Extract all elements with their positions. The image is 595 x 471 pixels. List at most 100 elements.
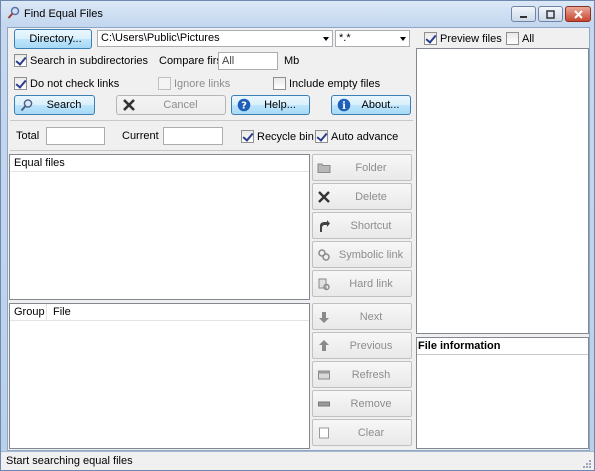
- title-bar[interactable]: Find Equal Files: [1, 1, 594, 27]
- include-empty-files-checkbox[interactable]: Include empty files: [273, 77, 380, 90]
- shortcut-button-label: Shortcut: [350, 219, 392, 232]
- help-icon: ?: [237, 98, 251, 112]
- folder-button[interactable]: Folder: [312, 154, 412, 181]
- recycle-bin-label: Recycle bin: [257, 130, 314, 143]
- equal-files-header-label: Equal files: [14, 157, 65, 169]
- checkbox-box[interactable]: [424, 32, 437, 45]
- refresh-icon: [318, 370, 330, 379]
- group-file-header: Group File: [10, 304, 309, 321]
- ignore-links-checkbox[interactable]: Ignore links: [158, 77, 230, 90]
- symbolic-link-button-label: Symbolic link: [338, 248, 404, 261]
- status-text: Start searching equal files: [6, 455, 133, 467]
- remove-button[interactable]: Remove: [312, 390, 412, 417]
- delete-button-label: Delete: [355, 190, 387, 203]
- delete-button[interactable]: Delete: [312, 183, 412, 210]
- separator: [10, 150, 413, 151]
- total-label: Total: [16, 130, 40, 142]
- column-group[interactable]: Group: [14, 306, 45, 318]
- remove-icon: [318, 401, 330, 406]
- next-button-label: Next: [359, 310, 383, 323]
- about-button-label: About...: [361, 99, 400, 111]
- checkbox-box[interactable]: [273, 77, 286, 90]
- checkbox-box[interactable]: [14, 77, 27, 90]
- include-empty-files-label: Include empty files: [289, 77, 381, 90]
- hard-link-icon: [318, 278, 330, 290]
- group-file-list[interactable]: Group File: [9, 303, 310, 449]
- preview-files-label: Preview files: [440, 32, 502, 45]
- shortcut-arrow-icon: [320, 219, 330, 232]
- close-button[interactable]: [565, 6, 591, 22]
- search-button[interactable]: Search: [14, 95, 95, 115]
- file-information-label: File information: [418, 340, 501, 352]
- mask-value: *.*: [339, 32, 351, 44]
- checkbox-box[interactable]: [506, 32, 519, 45]
- app-magnifier-icon: [7, 6, 20, 19]
- clear-button[interactable]: Clear: [312, 419, 412, 446]
- checkbox-box[interactable]: [158, 77, 171, 90]
- compare-first-input[interactable]: All: [218, 52, 278, 70]
- compare-unit-label: Mb: [284, 55, 300, 67]
- refresh-button[interactable]: Refresh: [312, 361, 412, 388]
- delete-x-icon: [318, 190, 330, 203]
- arrow-up-icon: [319, 339, 329, 351]
- symbolic-link-icon: [318, 248, 330, 261]
- directory-button[interactable]: Directory...: [14, 29, 92, 49]
- hard-link-button-label: Hard link: [349, 277, 393, 290]
- preview-pane: [416, 48, 589, 334]
- help-button[interactable]: ? Help...: [231, 95, 310, 115]
- client-area: Directory... C:\Users\Public\Pictures *.…: [7, 27, 590, 451]
- current-label: Current: [122, 130, 159, 142]
- preview-all-checkbox[interactable]: All: [506, 32, 534, 45]
- shortcut-button[interactable]: Shortcut: [312, 212, 412, 239]
- chevron-down-icon[interactable]: [323, 37, 329, 41]
- do-not-check-links-checkbox[interactable]: Do not check links: [14, 77, 119, 90]
- file-information-header: File information: [417, 338, 588, 355]
- minimize-button[interactable]: [511, 6, 536, 22]
- separator: [10, 120, 413, 121]
- maximize-button[interactable]: [538, 6, 563, 22]
- preview-all-label: All: [522, 32, 535, 45]
- about-button[interactable]: i About...: [331, 95, 411, 115]
- clear-button-label: Clear: [357, 426, 385, 439]
- app-window: Find Equal Files Directory... C:\Users\P…: [0, 0, 595, 471]
- help-button-label: Help...: [264, 99, 296, 111]
- refresh-button-label: Refresh: [351, 368, 391, 381]
- window-title: Find Equal Files: [24, 8, 103, 20]
- column-separator[interactable]: [46, 304, 47, 320]
- minimize-icon: [520, 15, 527, 18]
- search-icon: [20, 99, 33, 112]
- search-subdirectories-label: Search in subdirectories: [30, 54, 149, 67]
- remove-button-label: Remove: [350, 397, 392, 410]
- checkbox-box[interactable]: [14, 54, 27, 67]
- checkbox-box[interactable]: [241, 130, 254, 143]
- cancel-x-icon: [123, 99, 135, 111]
- previous-button[interactable]: Previous: [312, 332, 412, 359]
- auto-advance-label: Auto advance: [331, 130, 399, 143]
- column-file[interactable]: File: [53, 306, 71, 318]
- close-icon: [573, 9, 583, 19]
- auto-advance-checkbox[interactable]: Auto advance: [315, 130, 398, 143]
- chevron-down-icon[interactable]: [400, 37, 406, 41]
- next-button[interactable]: Next: [312, 303, 412, 330]
- resize-grip-icon[interactable]: [581, 458, 591, 468]
- info-icon: i: [337, 98, 351, 112]
- equal-files-header: Equal files: [10, 155, 309, 172]
- search-button-label: Search: [46, 99, 82, 111]
- mask-combobox[interactable]: *.*: [335, 30, 410, 47]
- path-combobox[interactable]: C:\Users\Public\Pictures: [97, 30, 333, 47]
- previous-button-label: Previous: [349, 339, 393, 352]
- hard-link-button[interactable]: Hard link: [312, 270, 412, 297]
- clear-icon: [319, 427, 329, 438]
- svg-text:i: i: [342, 101, 346, 112]
- checkbox-box[interactable]: [315, 130, 328, 143]
- recycle-bin-checkbox[interactable]: Recycle bin: [241, 130, 314, 143]
- equal-files-list[interactable]: Equal files: [9, 154, 310, 300]
- preview-files-checkbox[interactable]: Preview files: [424, 32, 502, 45]
- cancel-button[interactable]: Cancel: [116, 95, 226, 115]
- symbolic-link-button[interactable]: Symbolic link: [312, 241, 412, 268]
- arrow-down-icon: [319, 311, 329, 323]
- search-subdirectories-checkbox[interactable]: Search in subdirectories: [14, 54, 148, 67]
- folder-button-label: Folder: [355, 161, 387, 174]
- current-field: [163, 127, 223, 145]
- svg-text:?: ?: [241, 101, 247, 112]
